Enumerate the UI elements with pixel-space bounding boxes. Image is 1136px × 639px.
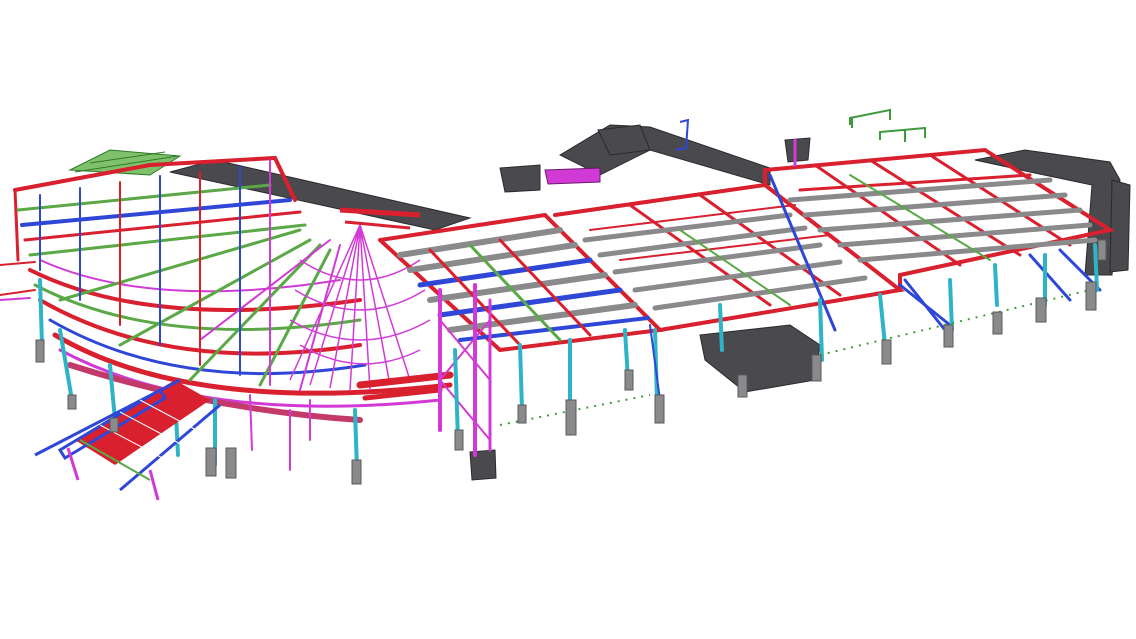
entrance-stair-ramp	[34, 378, 221, 501]
east-wing-roof-grid	[544, 138, 1116, 362]
model-viewport[interactable]	[0, 0, 1136, 639]
steel-structure-3d-model[interactable]	[0, 0, 1136, 639]
